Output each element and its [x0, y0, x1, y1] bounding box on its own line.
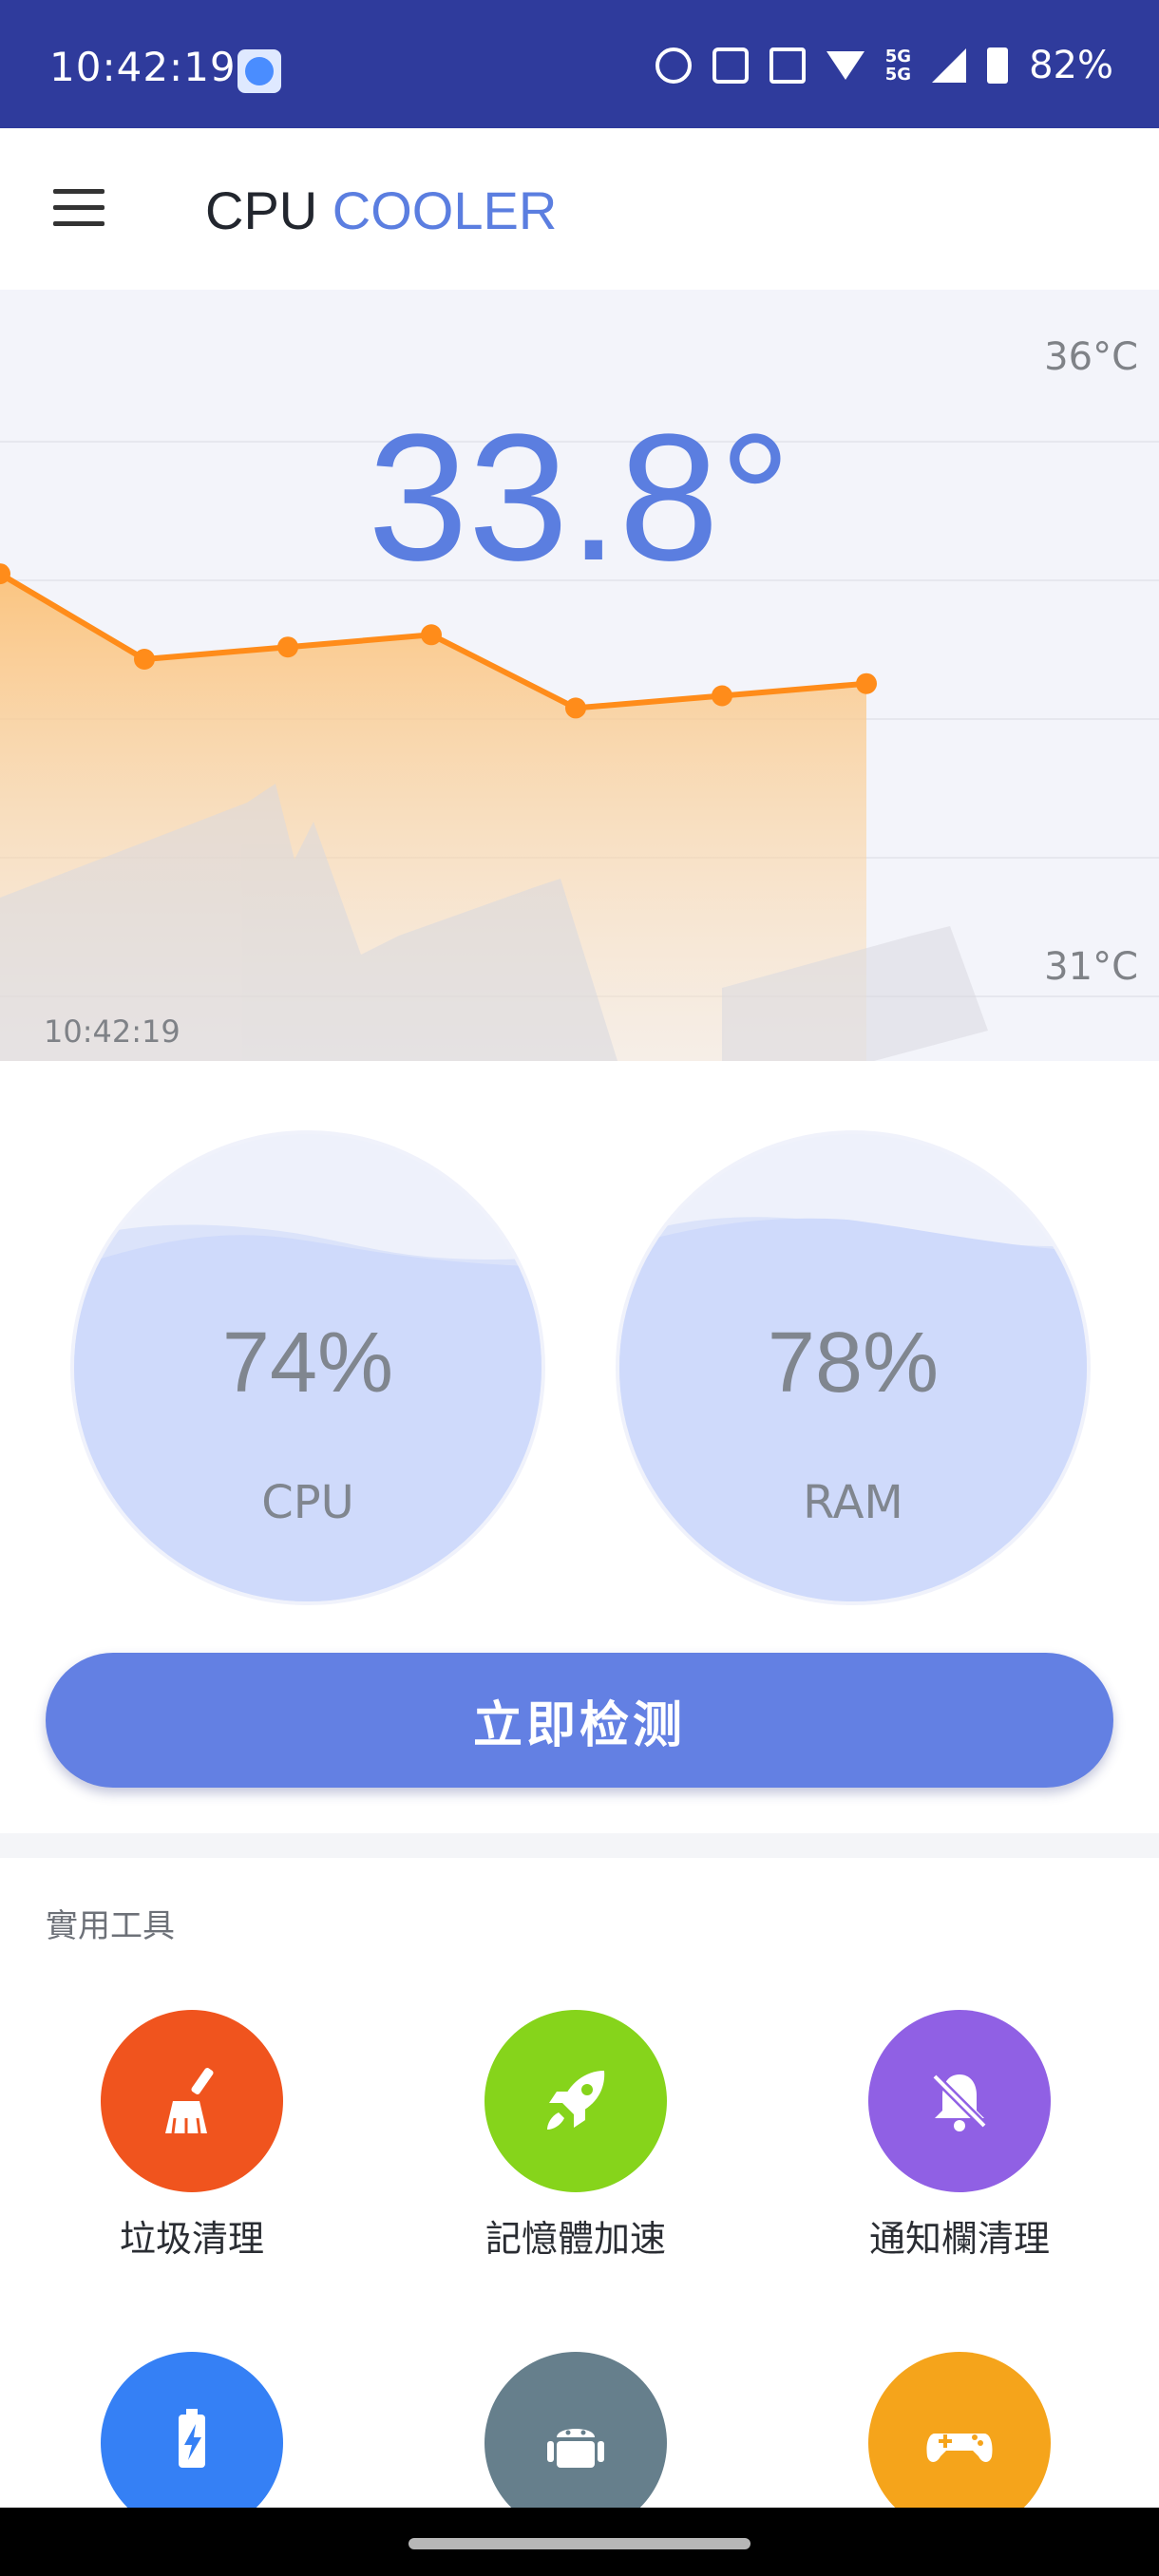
status-bar: 10:42:19 5G 5G 82% [0, 0, 1159, 128]
temperature-point [134, 649, 155, 670]
app-bar: CPU COOLER [0, 128, 1159, 290]
tool-label: 垃圾清理 [119, 2218, 264, 2260]
cpu-usage-value: 74% [221, 1316, 394, 1411]
navigation-bar [0, 2508, 1159, 2576]
battery-icon [987, 47, 1009, 84]
app-title-cpu: CPU [205, 180, 318, 240]
grid-icon [769, 47, 806, 84]
status-icons: 5G 5G 82% [655, 44, 1113, 87]
temperature-point [421, 624, 442, 646]
tool-junk-clean[interactable]: 垃圾清理 [49, 2010, 334, 2262]
detect-now-button[interactable]: 立即检测 [46, 1653, 1113, 1788]
temperature-point [712, 685, 732, 707]
cpu-gauge[interactable]: 74% CPU [70, 1130, 545, 1605]
ram-usage-label: RAM [803, 1476, 903, 1529]
tool-memory-boost[interactable]: 記憶體加速 [433, 2010, 718, 2262]
signal-icon [932, 48, 967, 83]
temperature-point [277, 636, 298, 658]
5g-icon: 5G 5G [884, 47, 912, 85]
tool-notification-clean[interactable]: 通知欄清理 [817, 2010, 1102, 2262]
ram-usage-value: 78% [767, 1316, 940, 1411]
bell-off-icon [868, 2010, 1051, 2192]
chart-time-label: 10:42:19 [44, 1013, 180, 1050]
nfc-icon [712, 47, 749, 84]
battery-percent: 82% [1029, 44, 1113, 87]
broom-icon [101, 2010, 283, 2192]
tool-label: 通知欄清理 [868, 2218, 1050, 2260]
app-notification-icon [238, 49, 281, 93]
chart-max-label: 36°C [1044, 335, 1138, 379]
hamburger-menu-icon[interactable] [53, 189, 104, 227]
home-gesture-handle[interactable] [408, 2538, 750, 2549]
alarm-icon [655, 47, 692, 84]
status-time: 10:42:19 [49, 44, 237, 90]
chart-min-label: 31°C [1044, 945, 1138, 989]
app-title: CPU COOLER [205, 180, 557, 241]
app-title-cooler: COOLER [332, 180, 558, 240]
section-divider [0, 1833, 1159, 1858]
temperature-point [856, 672, 877, 694]
cpu-usage-label: CPU [261, 1476, 354, 1529]
tools-section-title: 實用工具 [46, 1907, 175, 1945]
temperature-chart: 33.8° 36°C 31°C 10:42:19 [0, 290, 1159, 1061]
current-temperature: 33.8° [368, 397, 791, 598]
temperature-point [565, 697, 586, 719]
tool-label: 記憶體加速 [484, 2218, 666, 2260]
rocket-icon [484, 2010, 667, 2192]
wifi-icon [826, 51, 864, 80]
ram-gauge[interactable]: 78% RAM [616, 1130, 1091, 1605]
